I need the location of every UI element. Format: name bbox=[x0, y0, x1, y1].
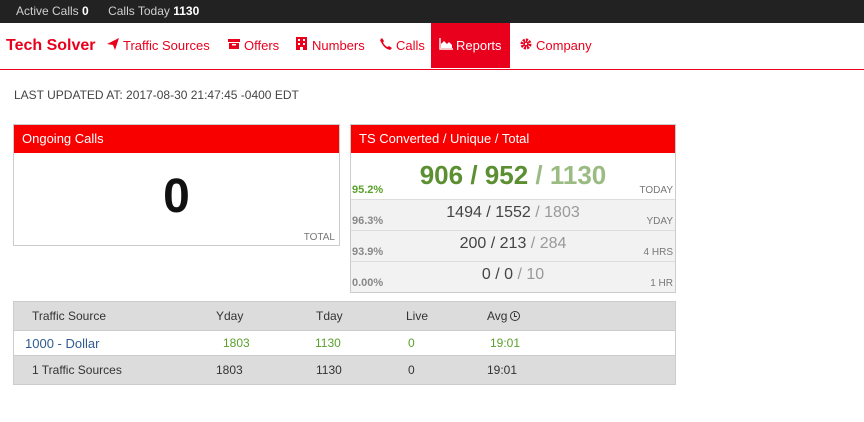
nav-company-label: Company bbox=[536, 38, 592, 53]
ts-period: TODAY bbox=[639, 185, 673, 196]
paper-plane-icon bbox=[106, 23, 119, 68]
calls-today-stat: Calls Today 1130 bbox=[108, 4, 199, 18]
nav-company[interactable]: Company bbox=[519, 23, 592, 68]
ongoing-calls-value: 0 bbox=[163, 170, 190, 223]
traffic-source-link[interactable]: 1000 - Dollar bbox=[25, 331, 99, 355]
nav-traffic-sources[interactable]: Traffic Sources bbox=[106, 23, 210, 68]
ts-unique: 1552 bbox=[495, 204, 531, 221]
ts-total: 1130 bbox=[549, 160, 607, 190]
nav-reports-label: Reports bbox=[456, 38, 502, 53]
table-row: 1000 - Dollar 1803 1130 0 19:01 bbox=[14, 330, 675, 355]
ts-converted: 0 bbox=[481, 266, 491, 283]
ts-converted: 200 bbox=[459, 235, 487, 252]
col-header-avg[interactable]: Avg bbox=[487, 302, 521, 330]
nav-numbers-label: Numbers bbox=[312, 38, 365, 53]
phone-icon bbox=[379, 23, 392, 68]
ts-row-today: 95.2% 906 / 952 / 1130 TODAY bbox=[351, 153, 675, 199]
col-header-yday[interactable]: Yday bbox=[216, 302, 243, 330]
col-header-avg-label: Avg bbox=[487, 309, 508, 323]
calls-today-label: Calls Today bbox=[108, 4, 170, 18]
ts-period: YDAY bbox=[646, 216, 674, 227]
active-calls-label: Active Calls bbox=[16, 4, 79, 18]
ts-row-1hr: 0.00% 0 / 0 / 10 1 HR bbox=[351, 261, 675, 292]
nav-traffic-sources-label: Traffic Sources bbox=[123, 38, 210, 53]
cell-yday: 1803 bbox=[223, 336, 250, 350]
ts-row-yday: 96.3% 1494 / 1552 / 1803 YDAY bbox=[351, 199, 675, 230]
table-header-row: Traffic Source Yday Tday Live Avg bbox=[14, 302, 675, 330]
nav-offers[interactable]: Offers bbox=[227, 23, 279, 68]
gear-icon bbox=[519, 23, 532, 68]
ongoing-calls-title: Ongoing Calls bbox=[14, 125, 339, 153]
traffic-source-table: Traffic Source Yday Tday Live Avg 1000 -… bbox=[13, 301, 676, 385]
ts-converted-title: TS Converted / Unique / Total bbox=[351, 125, 675, 153]
cell-tday: 1130 bbox=[315, 336, 341, 350]
ts-total: 1803 bbox=[544, 204, 580, 221]
footer-tday: 1130 bbox=[316, 363, 342, 377]
nav-calls[interactable]: Calls bbox=[379, 23, 425, 68]
ts-unique: 213 bbox=[499, 235, 527, 252]
footer-live: 0 bbox=[408, 363, 415, 377]
active-calls-stat: Active Calls 0 bbox=[16, 4, 89, 18]
nav-numbers[interactable]: Numbers bbox=[295, 23, 365, 68]
footer-yday: 1803 bbox=[216, 363, 243, 377]
ts-unique: 0 bbox=[504, 266, 513, 283]
last-updated-text: LAST UPDATED AT: 2017-08-30 21:47:45 -04… bbox=[14, 88, 299, 102]
footer-avg: 19:01 bbox=[487, 363, 518, 377]
nav-reports[interactable]: Reports bbox=[431, 23, 510, 68]
footer-source-count: 1 Traffic Sources bbox=[32, 363, 122, 377]
ts-converted: 906 bbox=[419, 160, 464, 190]
area-chart-icon bbox=[439, 23, 453, 68]
ts-values: 0 / 0 / 10 bbox=[481, 266, 545, 283]
ts-period: 4 HRS bbox=[643, 247, 673, 258]
archive-icon bbox=[227, 23, 240, 68]
col-header-traffic-source[interactable]: Traffic Source bbox=[32, 302, 106, 330]
nav-offers-label: Offers bbox=[244, 38, 280, 53]
calls-today-value: 1130 bbox=[173, 4, 200, 18]
table-footer-row: 1 Traffic Sources 1803 1130 0 19:01 bbox=[14, 355, 675, 384]
cell-avg: 19:01 bbox=[490, 336, 521, 350]
col-header-tday[interactable]: Tday bbox=[316, 302, 343, 330]
ts-unique: 952 bbox=[484, 160, 529, 190]
main-navbar: Tech Solver Traffic Sources Offers Numbe… bbox=[0, 23, 864, 70]
building-icon bbox=[295, 23, 308, 68]
ts-values: 1494 / 1552 / 1803 bbox=[446, 204, 580, 221]
ts-total: 10 bbox=[526, 266, 545, 283]
nav-calls-label: Calls bbox=[396, 38, 425, 53]
ts-converted-panel: TS Converted / Unique / Total 95.2% 906 … bbox=[350, 124, 676, 293]
col-header-live[interactable]: Live bbox=[406, 302, 428, 330]
cell-live: 0 bbox=[408, 336, 415, 350]
ts-values: 906 / 952 / 1130 bbox=[419, 160, 607, 190]
clock-icon bbox=[510, 311, 521, 321]
ts-period: 1 HR bbox=[650, 278, 673, 289]
ongoing-calls-panel: Ongoing Calls 0 TOTAL bbox=[13, 124, 340, 246]
active-calls-value: 0 bbox=[82, 4, 89, 18]
ongoing-calls-total-label: TOTAL bbox=[303, 232, 335, 243]
ts-converted: 1494 bbox=[446, 204, 482, 221]
ts-total: 284 bbox=[539, 235, 567, 252]
ts-row-4hrs: 93.9% 200 / 213 / 284 4 HRS bbox=[351, 230, 675, 261]
ts-values: 200 / 213 / 284 bbox=[459, 235, 567, 252]
brand-link[interactable]: Tech Solver bbox=[6, 37, 96, 55]
status-bar: Active Calls 0 Calls Today 1130 bbox=[0, 0, 864, 23]
